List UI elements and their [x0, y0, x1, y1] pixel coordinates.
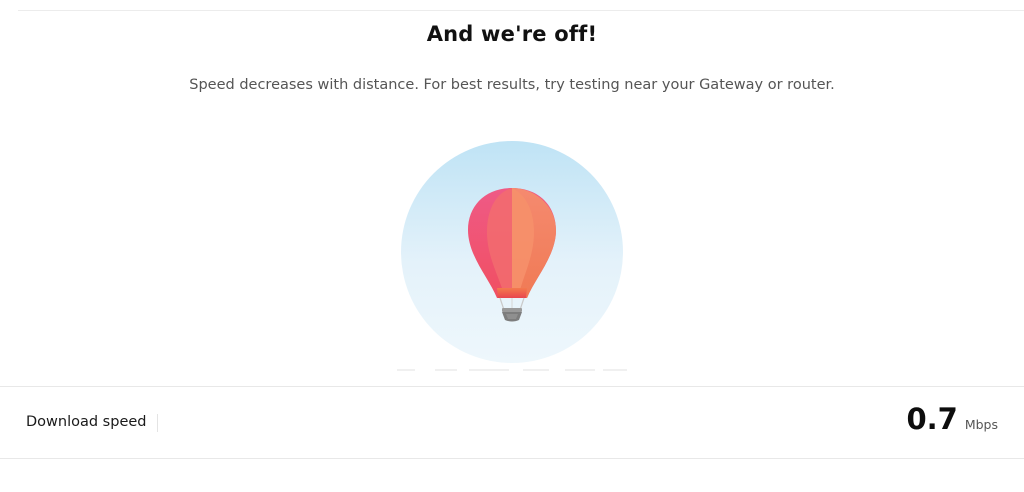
speed-unit: Mbps	[964, 417, 998, 432]
result-divider-top	[0, 386, 1024, 387]
page-title: And we're off!	[426, 22, 598, 46]
top-divider	[18, 10, 1024, 11]
balloon-illustration	[385, 138, 643, 374]
label-divider	[157, 414, 158, 432]
download-speed-label: Download speed	[26, 414, 147, 430]
result-divider-bottom	[0, 458, 1024, 459]
hot-air-balloon-icon	[385, 141, 643, 371]
speed-number: 0.7	[906, 402, 958, 436]
speed-test-page: And we're off! Speed decreases with dist…	[0, 0, 1024, 492]
page-subtitle: Speed decreases with distance. For best …	[189, 77, 835, 93]
download-speed-value: 0.7 Mbps	[906, 402, 998, 436]
